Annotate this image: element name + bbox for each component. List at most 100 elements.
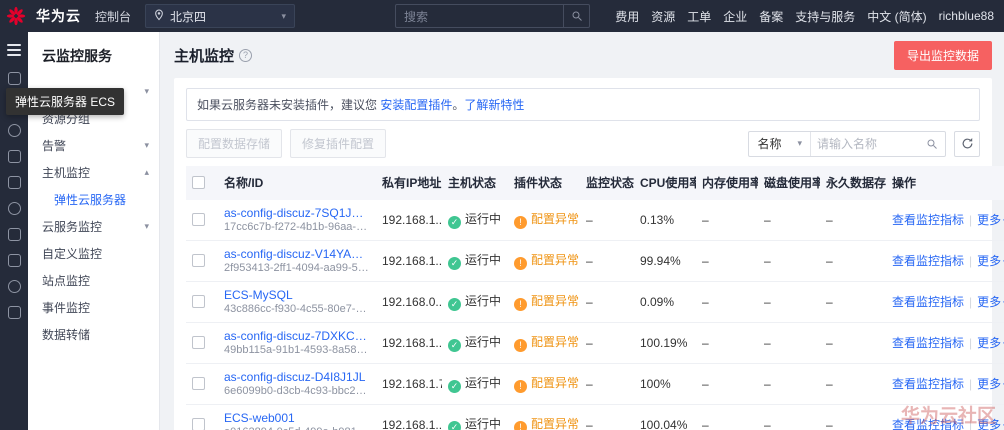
search-icon[interactable] — [919, 138, 945, 150]
service-icon[interactable] — [7, 306, 21, 319]
row-checkbox[interactable] — [192, 213, 205, 226]
host-table: 名称/ID 私有IP地址 主机状态 插件状态 监控状态 CPU使用率? 内存使用… — [186, 166, 1004, 430]
view-metrics-link[interactable]: 查看监控指标 — [892, 295, 964, 309]
nav-beian[interactable]: 备案 — [759, 8, 783, 25]
huawei-logo-icon[interactable] — [6, 6, 26, 26]
sidebar-item-data-dump[interactable]: 数据转储 — [28, 321, 159, 348]
plugin-install-banner: 如果云服务器未安装插件，建议您 安装配置插件。了解新特性 — [186, 88, 980, 121]
region-selector[interactable]: 北京四 ▾ — [145, 4, 296, 28]
instance-name-link[interactable]: ECS-web001 — [224, 411, 370, 426]
sidebar-item-alarms[interactable]: 告警 ▾ — [28, 132, 159, 159]
search-placeholder: 搜索 — [404, 9, 429, 24]
name-search-input[interactable] — [811, 136, 919, 151]
chevron-up-icon: ▴ — [144, 167, 149, 177]
sidebar-item-custom-monitoring[interactable]: 自定义监控 — [28, 240, 159, 267]
more-actions-link[interactable]: 更多 — [977, 336, 1001, 350]
export-monitoring-data-button[interactable]: 导出监控数据 — [893, 40, 992, 70]
instance-name-link[interactable]: as-config-discuz-7SQ1JQOC — [224, 206, 370, 221]
row-checkbox[interactable] — [192, 377, 205, 390]
warning-icon: ! — [514, 297, 527, 311]
warning-icon: ! — [514, 215, 527, 229]
page-title: 主机监控 — [174, 47, 235, 65]
view-metrics-link[interactable]: 查看监控指标 — [892, 418, 964, 430]
warning-icon: ! — [514, 379, 527, 393]
nav-tickets[interactable]: 工单 — [687, 8, 711, 25]
instance-name-link[interactable]: as-config-discuz-D4I8J1JL — [224, 370, 370, 385]
row-checkbox[interactable] — [192, 336, 205, 349]
more-actions-link[interactable]: 更多 — [977, 213, 1001, 227]
instance-name-link[interactable]: as-config-discuz-7DXKCIRN — [224, 329, 370, 344]
running-status-icon: ✓ — [448, 216, 461, 229]
instance-name-link[interactable]: as-config-discuz-V14YAR2K — [224, 247, 370, 262]
page-header: 主机监控 ? 导出监控数据 — [174, 38, 992, 72]
more-actions-link[interactable]: 更多 — [977, 377, 1001, 391]
nav-resources[interactable]: 资源 — [651, 8, 675, 25]
more-actions-link[interactable]: 更多 — [977, 418, 1001, 430]
plugin-status: 配置异常 — [531, 212, 580, 227]
nav-enterprise[interactable]: 企业 — [723, 8, 747, 25]
console-link[interactable]: 控制台 — [91, 8, 135, 25]
table-toolbar: 配置数据存储 修复插件配置 名称 ▾ — [186, 129, 980, 158]
menu-icon[interactable] — [7, 41, 21, 59]
dashboard-icon[interactable] — [7, 72, 21, 85]
row-checkbox[interactable] — [192, 295, 205, 308]
service-icon[interactable] — [7, 228, 21, 241]
sidebar-item-ecs-active[interactable]: 弹性云服务器 — [28, 186, 159, 213]
table-row: as-config-discuz-D4I8J1JL 6e6099b0-d3cb-4… — [186, 363, 1004, 405]
nav-language[interactable]: 中文 (简体) — [867, 8, 926, 25]
search-icon[interactable] — [563, 5, 589, 27]
repair-plugin-button[interactable]: 修复插件配置 — [290, 129, 387, 158]
more-actions-link[interactable]: 更多 — [977, 254, 1001, 268]
service-icon[interactable] — [7, 176, 21, 189]
install-plugin-link[interactable]: 安装配置插件 — [380, 98, 452, 112]
instance-id: 43c886cc-f930-4c55-80e7-01a... — [224, 302, 370, 315]
nav-support[interactable]: 支持与服务 — [795, 8, 855, 25]
instance-name-link[interactable]: ECS-MySQL — [224, 288, 370, 303]
view-metrics-link[interactable]: 查看监控指标 — [892, 377, 964, 391]
plugin-status: 配置异常 — [531, 417, 580, 430]
service-icon[interactable] — [7, 254, 21, 267]
filter-field-select[interactable]: 名称 ▾ — [749, 131, 811, 156]
row-checkbox[interactable] — [192, 418, 205, 430]
running-status-icon: ✓ — [448, 421, 461, 430]
col-plugin-status: 插件状态 — [508, 166, 580, 200]
row-checkbox[interactable] — [192, 254, 205, 267]
view-metrics-link[interactable]: 查看监控指标 — [892, 336, 964, 350]
chevron-down-icon: ▾ — [797, 138, 802, 148]
select-all-checkbox[interactable] — [192, 176, 205, 190]
table-row: as-config-discuz-V14YAR2K 2f953413-2ff1-4… — [186, 240, 1004, 282]
view-metrics-link[interactable]: 查看监控指标 — [892, 254, 964, 268]
configure-data-storage-button[interactable]: 配置数据存储 — [186, 129, 283, 158]
plugin-status: 配置异常 — [531, 376, 580, 391]
sidebar-item-cloud-service-monitoring[interactable]: 云服务监控 ▾ — [28, 213, 159, 240]
sidebar-item-event-monitoring[interactable]: 事件监控 — [28, 294, 159, 321]
instance-id: 49bb115a-91b1-4593-8a58-d... — [224, 343, 370, 356]
huawei-cloud-console: 华为云 控制台 北京四 ▾ 搜索 费用 资源 工单 企业 备案 支持与服务 中文… — [0, 0, 1004, 430]
location-pin-icon — [154, 8, 164, 24]
nav-billing[interactable]: 费用 — [615, 8, 639, 25]
brand-name[interactable]: 华为云 — [36, 6, 81, 26]
service-icon[interactable] — [7, 202, 21, 215]
banner-text: 如果云服务器未安装插件，建议您 — [197, 98, 381, 112]
nav-account[interactable]: richblue88 — [939, 9, 994, 23]
help-icon[interactable]: ? — [239, 48, 253, 62]
refresh-button[interactable] — [954, 130, 980, 157]
chevron-down-icon: ▾ — [144, 86, 149, 96]
topbar: 华为云 控制台 北京四 ▾ 搜索 费用 资源 工单 企业 备案 支持与服务 中文… — [0, 0, 1004, 32]
warning-icon: ! — [514, 420, 527, 430]
global-search-input[interactable]: 搜索 — [395, 4, 591, 28]
col-actions: 操作 — [886, 166, 1004, 200]
service-icon[interactable] — [7, 124, 21, 137]
table-row: as-config-discuz-7SQ1JQOC 17cc6c7b-f272-4… — [186, 199, 1004, 241]
ecs-tooltip: 弹性云服务器 ECS — [6, 88, 125, 115]
view-metrics-link[interactable]: 查看监控指标 — [892, 213, 964, 227]
sidebar-item-site-monitoring[interactable]: 站点监控 — [28, 267, 159, 294]
service-icon[interactable] — [7, 280, 21, 293]
host-status: 运行中 — [465, 417, 502, 430]
service-icon[interactable] — [7, 150, 21, 163]
col-memory: 内存使用率? — [696, 166, 758, 200]
more-actions-link[interactable]: 更多 — [977, 295, 1001, 309]
sidebar-item-host-monitoring[interactable]: 主机监控 ▴ — [28, 159, 159, 186]
learn-features-link[interactable]: 了解新特性 — [464, 98, 524, 112]
col-host-status: 主机状态 — [442, 166, 508, 200]
